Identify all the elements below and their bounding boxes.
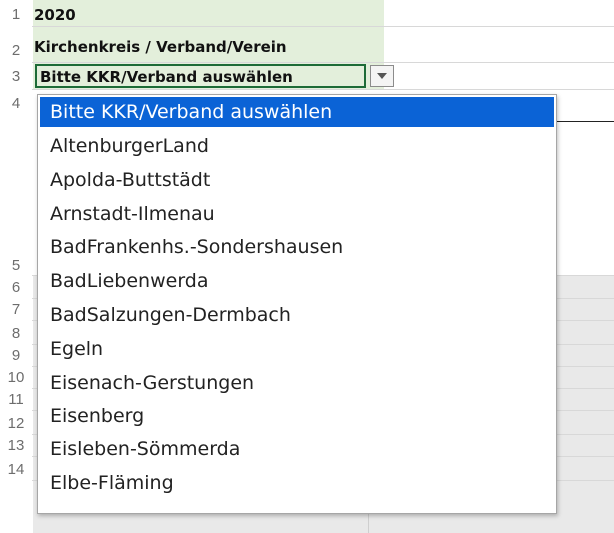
dropdown-option[interactable]: BadLiebenwerda bbox=[40, 266, 554, 296]
chevron-down-icon bbox=[377, 73, 387, 79]
row-header-7[interactable]: 7 bbox=[0, 298, 32, 320]
shape-line bbox=[556, 121, 614, 122]
row-line bbox=[32, 89, 614, 90]
row-header-13[interactable]: 13 bbox=[0, 434, 32, 456]
dropdown-option[interactable]: BadFrankenhs.-Sondershausen bbox=[40, 232, 554, 262]
row-line bbox=[32, 26, 614, 27]
row-header-4[interactable]: 4 bbox=[0, 90, 32, 114]
dropdown-option[interactable]: Eisenberg bbox=[40, 401, 554, 431]
dropdown-option[interactable]: Arnstadt-Ilmenau bbox=[40, 199, 554, 229]
dropdown-option[interactable]: AltenburgerLand bbox=[40, 131, 554, 161]
row-header-5[interactable]: 5 bbox=[0, 250, 32, 276]
dropdown-option[interactable]: Egeln bbox=[40, 334, 554, 364]
cell-a3-value[interactable]: Bitte KKR/Verband auswählen bbox=[40, 68, 293, 86]
row-header-11[interactable]: 11 bbox=[0, 388, 32, 410]
dropdown-option[interactable]: Elbe-Fläming bbox=[40, 468, 554, 498]
dropdown-button[interactable] bbox=[370, 65, 394, 87]
row-header-6[interactable]: 6 bbox=[0, 276, 32, 298]
dropdown-option[interactable]: Eisleben-Sömmerda bbox=[40, 434, 554, 464]
dropdown-option[interactable]: Eisenach-Gerstungen bbox=[40, 368, 554, 398]
row-header-3[interactable]: 3 bbox=[0, 63, 32, 87]
dropdown-option[interactable]: Apolda-Buttstädt bbox=[40, 165, 554, 195]
cell-a1-year[interactable]: 2020 bbox=[34, 6, 76, 24]
validation-dropdown-list[interactable]: Bitte KKR/Verband auswählen AltenburgerL… bbox=[37, 94, 557, 514]
row-header-12[interactable]: 12 bbox=[0, 410, 32, 434]
row-header-2[interactable]: 2 bbox=[0, 27, 32, 61]
row-header-14[interactable]: 14 bbox=[0, 458, 32, 480]
dropdown-option-selected[interactable]: Bitte KKR/Verband auswählen bbox=[40, 97, 554, 127]
dropdown-option[interactable]: BadSalzungen-Dermbach bbox=[40, 300, 554, 330]
row-header-10[interactable]: 10 bbox=[0, 366, 32, 388]
row-header-9[interactable]: 9 bbox=[0, 344, 32, 366]
row-line bbox=[32, 62, 614, 63]
cell-a2-label[interactable]: Kirchenkreis / Verband/Verein bbox=[34, 38, 287, 56]
row-header-8[interactable]: 8 bbox=[0, 320, 32, 344]
row-header-1[interactable]: 1 bbox=[0, 3, 32, 25]
